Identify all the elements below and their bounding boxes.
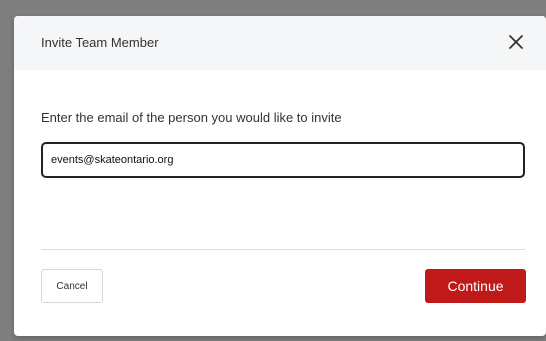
email-input[interactable] (41, 142, 525, 178)
dialog-header: Invite Team Member (14, 16, 546, 70)
continue-button[interactable]: Continue (425, 269, 526, 303)
dialog-title: Invite Team Member (41, 35, 159, 50)
invite-team-member-dialog: Invite Team Member Enter the email of th… (14, 16, 546, 336)
cancel-button[interactable]: Cancel (41, 269, 103, 303)
close-icon (509, 35, 523, 49)
close-button[interactable] (506, 32, 526, 52)
invite-prompt-text: Enter the email of the person you would … (41, 110, 342, 125)
footer-divider (41, 249, 525, 250)
